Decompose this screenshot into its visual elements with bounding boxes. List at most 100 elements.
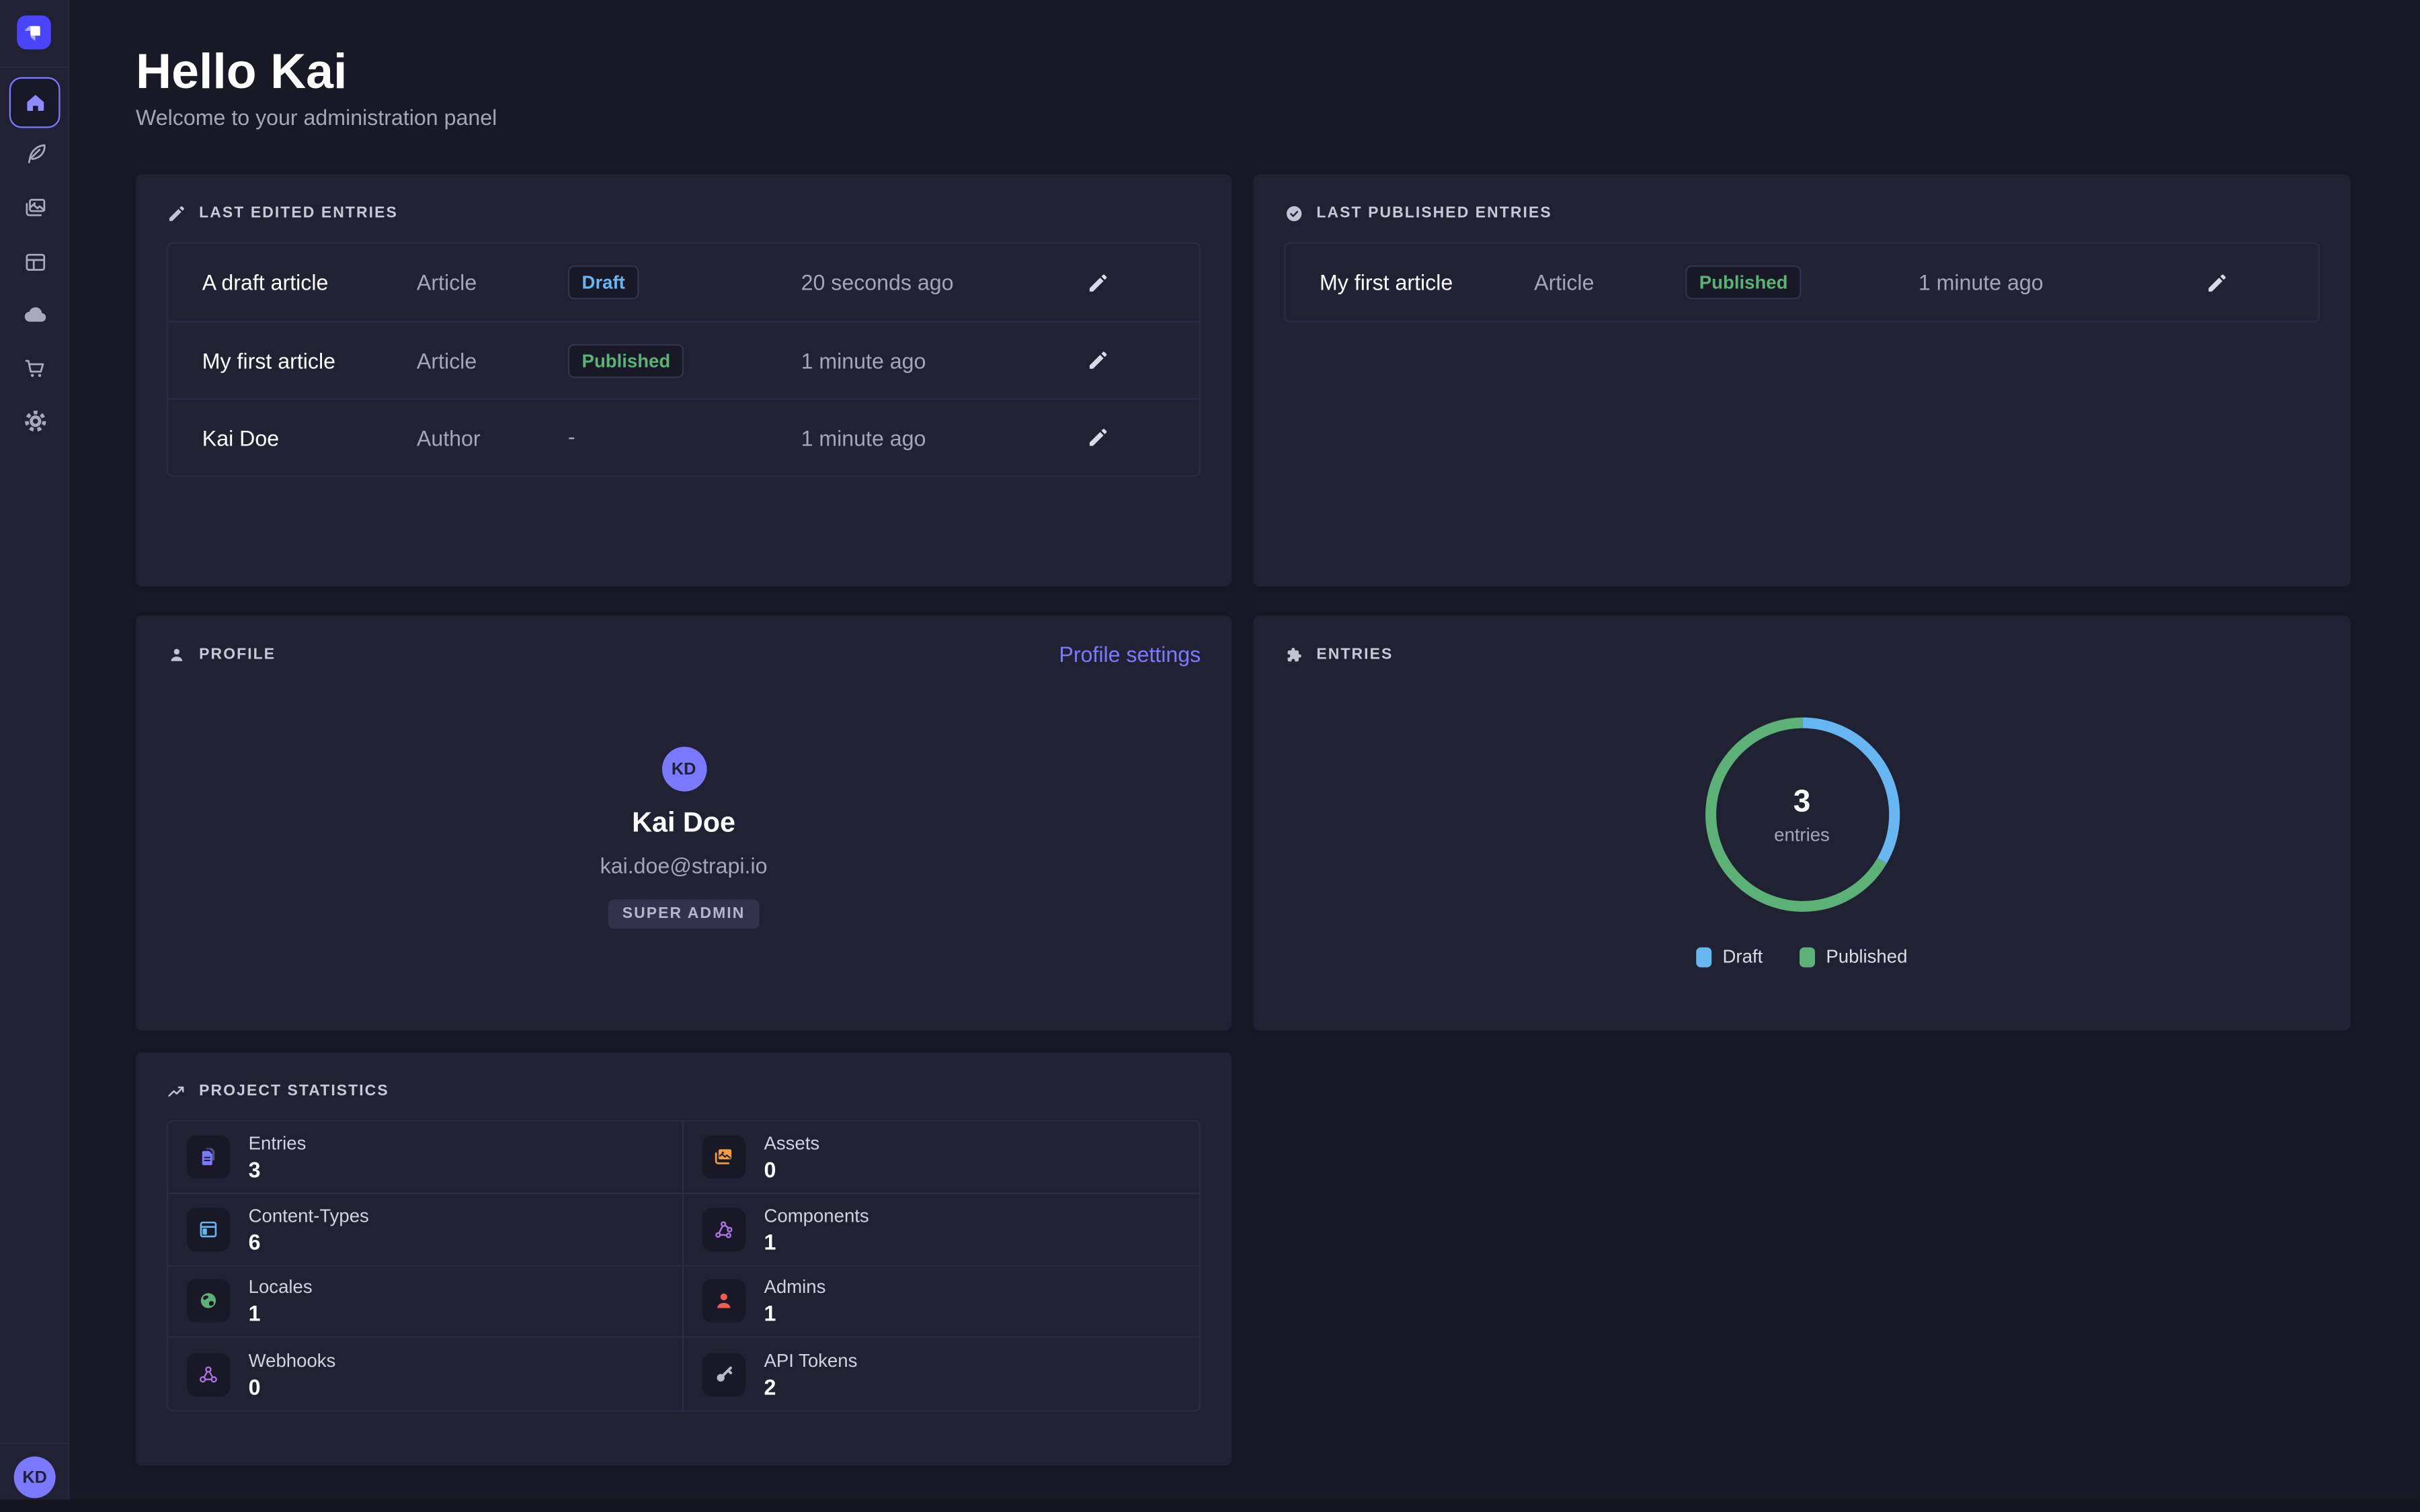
webhook-icon [196,1361,221,1386]
sidebar-item-deploy[interactable] [21,301,48,329]
last-edited-entries-header: LAST EDITED ENTRIES [167,202,1201,224]
last-edited-entries-card: LAST EDITED ENTRIES A draft article Arti… [136,174,1232,586]
stat-content-types: Content-Types 6 [168,1193,684,1265]
stat-label: Admins [764,1277,825,1298]
layout-icon [21,249,48,276]
profile-avatar: KD [661,747,707,792]
status-badge: Published [568,343,684,378]
entry-type: Article [417,270,568,295]
molecule-icon [711,1217,736,1242]
edit-entry-button[interactable] [1086,426,1109,449]
entries-title: ENTRIES [1316,646,1393,663]
sidebar-user-avatar[interactable]: KD [14,1456,56,1498]
stat-value: 3 [249,1157,307,1182]
status-empty: - [568,423,575,448]
sidebar-divider-bottom [0,1443,69,1444]
sidebar-item-content-type-builder[interactable] [21,249,48,276]
entries-card: ENTRIES 3 entries Draft Published [1253,616,2350,1031]
stat-value: 1 [764,1229,869,1254]
last-edited-entries-title: LAST EDITED ENTRIES [199,204,398,221]
entry-time: 1 minute ago [801,348,1087,373]
table-row: My first article Article Published 1 min… [168,321,1199,398]
sidebar-item-content-manager[interactable] [21,140,48,168]
stat-label: Entries [249,1132,307,1154]
table-row: A draft article Article Draft 20 seconds… [168,244,1199,321]
stat-components: Components 1 [684,1193,1199,1265]
entry-name: My first article [202,348,417,373]
stat-label: Assets [764,1132,819,1154]
last-published-entries-header: LAST PUBLISHED ENTRIES [1284,202,2320,224]
feather-icon [21,140,48,168]
legend-item-published: Published [1800,946,1907,967]
entry-time: 20 seconds ago [801,270,1087,295]
last-published-entries-table: My first article Article Published 1 min… [1284,242,2320,322]
trend-up-icon [167,1081,187,1101]
pencil-icon [2206,271,2228,294]
profile-avatar-initials: KD [672,760,696,779]
published-swatch [1800,947,1815,967]
stat-value: 1 [764,1301,825,1326]
user-icon [167,644,187,665]
legend-label: Published [1826,946,1907,967]
gear-icon [21,407,48,435]
cart-icon [21,355,48,382]
entry-time: 1 minute ago [801,425,1087,450]
entry-name: My first article [1320,270,1534,295]
edit-entry-button[interactable] [2206,271,2228,294]
entry-time: 1 minute ago [1919,270,2206,295]
edit-entry-button[interactable] [1086,271,1109,294]
stat-value: 0 [764,1157,819,1182]
entry-type: Author [417,425,568,450]
home-icon [21,89,48,116]
media-library-icon [21,194,48,222]
pictures-icon [711,1144,736,1169]
strapi-logo[interactable] [17,15,51,50]
profile-email: kai.doe@strapi.io [600,853,768,878]
last-edited-entries-table: A draft article Article Draft 20 seconds… [167,242,1201,476]
stat-label: Components [764,1204,869,1226]
sidebar-user-initials: KD [22,1468,46,1487]
entry-type: Article [417,348,568,373]
layout-icon [196,1217,221,1242]
sidebar-item-settings[interactable] [21,407,48,435]
status-badge: Published [1685,265,1802,300]
stat-icon-tile [187,1208,230,1251]
stat-value: 1 [249,1301,313,1326]
entries-header: ENTRIES [1284,643,2320,665]
profile-name: Kai Doe [632,807,735,839]
sidebar-item-home[interactable] [9,77,61,128]
pencil-icon [1086,271,1109,294]
stat-value: 2 [764,1374,857,1399]
stat-api-tokens: API Tokens 2 [684,1338,1199,1410]
sidebar: KD [0,0,69,1500]
sidebar-divider-top [0,67,69,68]
profile-card: PROFILE Profile settings KD Kai Doe kai.… [136,616,1232,1031]
stat-entries: Entries 3 [168,1122,684,1193]
strapi-admin-dashboard: KD Hello Kai Welcome to your administrat… [0,0,2420,1512]
stat-icon-tile [702,1208,745,1251]
entry-name: A draft article [202,270,417,295]
sidebar-item-marketplace[interactable] [21,355,48,382]
stat-label: API Tokens [764,1349,857,1371]
pencil-icon [1086,426,1109,449]
stat-icon-tile [187,1279,230,1322]
profile-body: KD Kai Doe kai.doe@strapi.io SUPER ADMIN [167,665,1201,929]
globe-icon [196,1289,221,1314]
stat-label: Webhooks [249,1349,336,1371]
stat-icon-tile [187,1353,230,1396]
stat-admins: Admins 1 [684,1266,1199,1338]
document-icon [196,1144,221,1169]
puzzle-icon [1284,644,1304,665]
profile-settings-link[interactable]: Profile settings [1059,642,1201,667]
stat-locales: Locales 1 [168,1266,684,1338]
profile-header: PROFILE [167,643,1201,665]
page-header: Hello Kai Welcome to your administration… [136,43,497,130]
sidebar-item-media-library[interactable] [21,194,48,222]
stat-icon-tile [702,1353,745,1396]
pencil-icon [167,203,187,223]
edit-entry-button[interactable] [1086,349,1109,372]
legend-label: Draft [1723,946,1763,967]
entries-donut-chart: 3 entries [1284,716,2320,913]
draft-swatch [1697,947,1712,967]
donut-center-label: 3 entries [1284,716,2320,913]
